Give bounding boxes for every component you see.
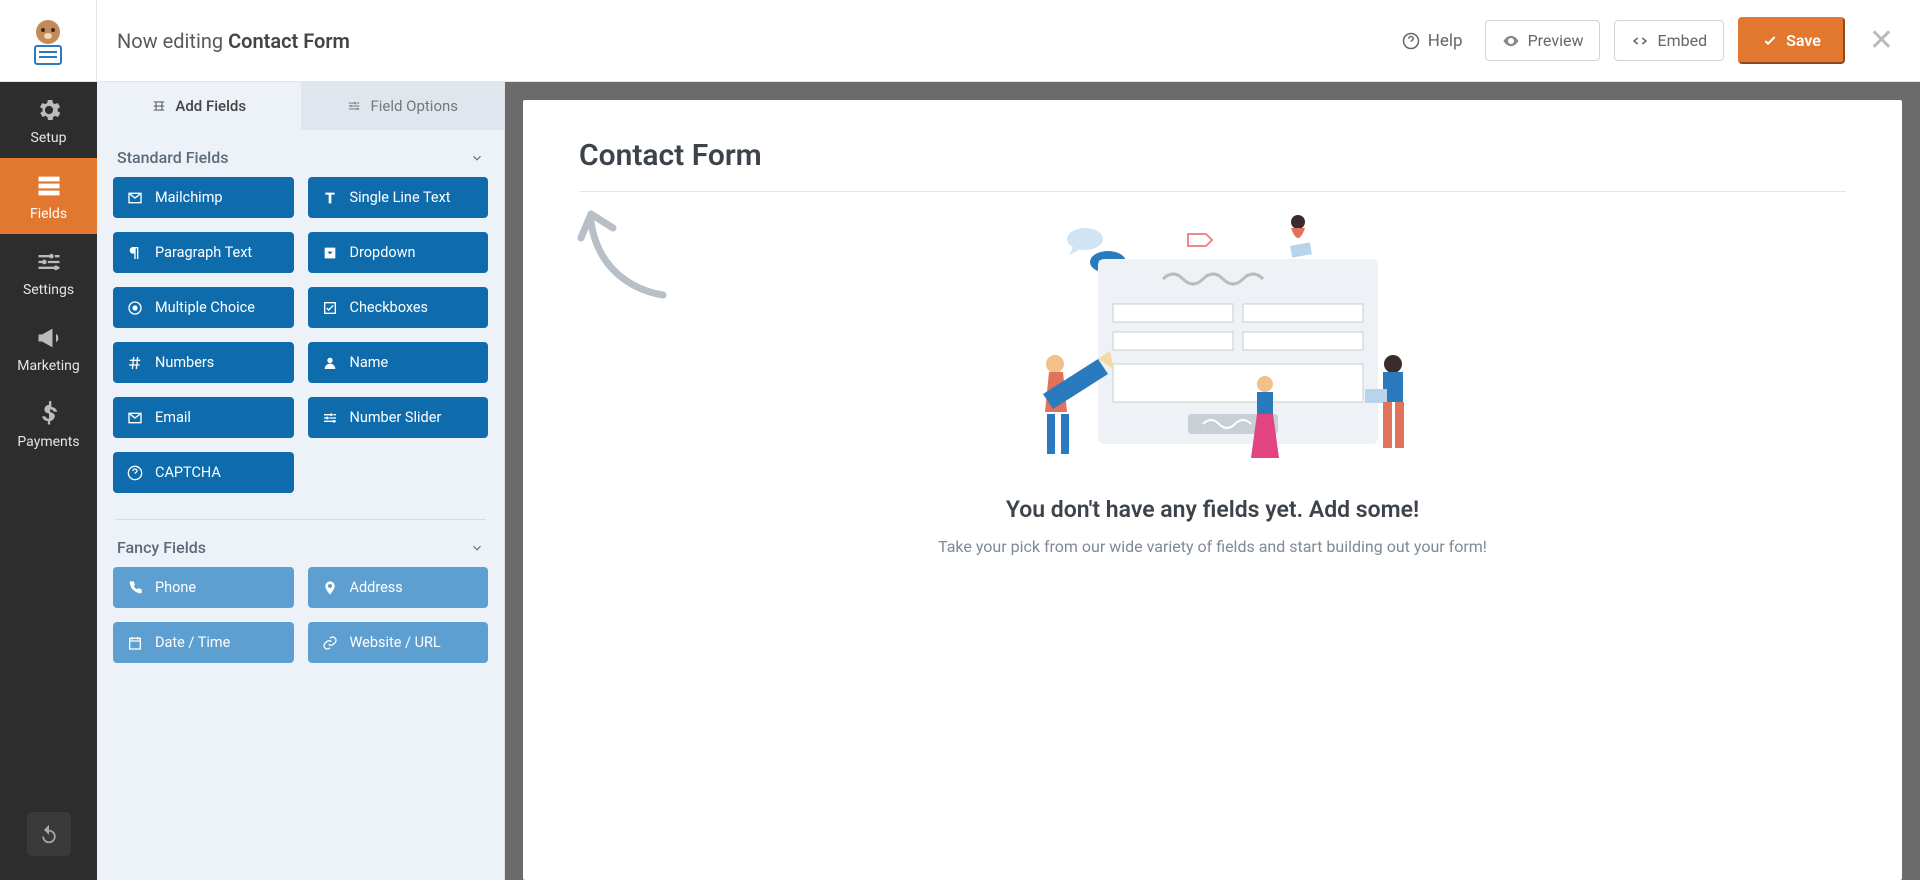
pin-icon: [322, 580, 338, 596]
field-checkboxes[interactable]: Checkboxes: [308, 287, 489, 328]
chevron-down-icon: [470, 151, 484, 165]
empty-subtitle: Take your pick from our wide variety of …: [938, 537, 1487, 556]
field-single-line-text[interactable]: Single Line Text: [308, 177, 489, 218]
form-title[interactable]: Contact Form: [579, 138, 1846, 192]
dot-circle-icon: [127, 300, 143, 316]
section-fancy-fields[interactable]: Fancy Fields: [113, 520, 488, 567]
editing-label: Now editing: [117, 29, 223, 53]
question-icon: [127, 465, 143, 481]
field-date-time[interactable]: Date / Time: [113, 622, 294, 663]
field-captcha[interactable]: CAPTCHA: [113, 452, 294, 493]
form-canvas[interactable]: Contact Form: [523, 100, 1902, 880]
paragraph-icon: [127, 245, 143, 261]
fields-panel: Add Fields Field Options Standard Fields…: [97, 82, 505, 880]
sliders-icon: [35, 248, 63, 276]
check-square-icon: [322, 300, 338, 316]
sidenav-item-payments[interactable]: Payments: [0, 386, 97, 462]
panel-body[interactable]: Standard FieldsMailchimp Single Line Text…: [97, 130, 504, 880]
eye-icon: [1502, 32, 1520, 50]
text-icon: [322, 190, 338, 206]
bullhorn-icon: [35, 324, 63, 352]
section-standard-fields[interactable]: Standard Fields: [113, 130, 488, 177]
list-icon: [35, 172, 63, 200]
chevron-down-icon: [470, 541, 484, 555]
side-nav: SetupFieldsSettingsMarketingPayments: [0, 82, 97, 880]
topbar: Now editing Contact Form Help Preview Em…: [0, 0, 1920, 82]
field-dropdown[interactable]: Dropdown: [308, 232, 489, 273]
sliders-icon: [346, 99, 362, 113]
grid-icon: [151, 99, 167, 113]
tab-field-options[interactable]: Field Options: [301, 82, 505, 130]
close-button[interactable]: ✕: [1859, 23, 1904, 58]
link-icon: [322, 635, 338, 651]
sidenav-item-marketing[interactable]: Marketing: [0, 310, 97, 386]
phone-icon: [127, 580, 143, 596]
preview-button[interactable]: Preview: [1485, 20, 1601, 61]
undo-icon: [39, 824, 59, 844]
field-email[interactable]: Email: [113, 397, 294, 438]
calendar-icon: [127, 635, 143, 651]
form-name[interactable]: Contact Form: [228, 29, 350, 53]
sidenav-item-fields[interactable]: Fields: [0, 158, 97, 234]
canvas-wrap: Contact Form: [505, 82, 1920, 880]
check-icon: [1762, 33, 1778, 49]
caret-square-icon: [322, 245, 338, 261]
field-mailchimp[interactable]: Mailchimp: [113, 177, 294, 218]
topbar-actions: Help Preview Embed Save ✕: [1394, 17, 1920, 64]
dollar-icon: [35, 400, 63, 428]
field-numbers[interactable]: Numbers: [113, 342, 294, 383]
undo-button[interactable]: [27, 812, 71, 856]
field-website-url[interactable]: Website / URL: [308, 622, 489, 663]
field-number-slider[interactable]: Number Slider: [308, 397, 489, 438]
field-address[interactable]: Address: [308, 567, 489, 608]
user-icon: [322, 355, 338, 371]
arrow-icon: [573, 200, 683, 310]
mail-icon: [127, 190, 143, 206]
main-region: SetupFieldsSettingsMarketingPayments Add…: [0, 82, 1920, 880]
field-phone[interactable]: Phone: [113, 567, 294, 608]
gear-icon: [35, 96, 63, 124]
empty-title: You don't have any fields yet. Add some!: [1006, 496, 1419, 523]
sliders-icon: [322, 410, 338, 426]
sidenav-item-settings[interactable]: Settings: [0, 234, 97, 310]
save-button[interactable]: Save: [1738, 17, 1845, 64]
empty-illustration: [1013, 214, 1413, 474]
code-icon: [1631, 32, 1649, 50]
app-logo: [0, 0, 97, 82]
question-icon: [1402, 32, 1420, 50]
page-title: Now editing Contact Form: [97, 29, 1394, 53]
mail-icon: [127, 410, 143, 426]
embed-button[interactable]: Embed: [1614, 20, 1724, 61]
tab-add-fields[interactable]: Add Fields: [97, 82, 301, 130]
help-link[interactable]: Help: [1394, 31, 1471, 51]
sidenav-item-setup[interactable]: Setup: [0, 82, 97, 158]
empty-state: You don't have any fields yet. Add some!…: [579, 192, 1846, 576]
panel-tabs: Add Fields Field Options: [97, 82, 504, 130]
field-name[interactable]: Name: [308, 342, 489, 383]
field-paragraph-text[interactable]: Paragraph Text: [113, 232, 294, 273]
field-multiple-choice[interactable]: Multiple Choice: [113, 287, 294, 328]
hash-icon: [127, 355, 143, 371]
